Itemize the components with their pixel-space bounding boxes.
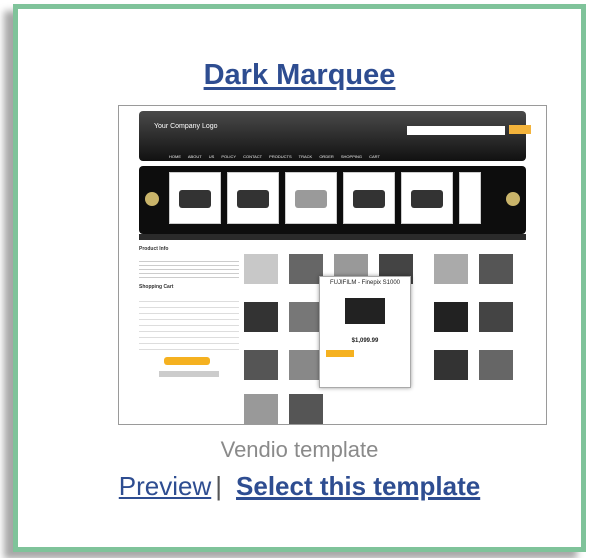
product-thumb [244,394,278,424]
marquee-item [169,172,221,224]
thumbnail-marquee-strip [139,166,526,234]
product-info-lines [139,258,239,278]
product-thumb [479,254,513,284]
product-thumb [479,302,513,332]
camera-icon [295,190,327,208]
thumbnail-sidebar: Product Info Shopping Cart [139,246,239,406]
marquee-item [459,172,481,224]
cart-small-line [159,371,219,377]
template-caption: Vendio template [220,437,379,462]
product-thumb [479,350,513,380]
template-card: Dark Marquee Your Company Logo HOME ABOU… [13,4,586,552]
popup-price: $1,099.99 [351,338,379,344]
camera-icon [411,190,443,208]
thumbnail-logo: Your Company Logo [154,123,218,130]
popup-title: FUJIFILM - Finepix S1000 [329,280,401,286]
marquee-right-arrow-icon [506,192,520,206]
template-actions: Preview | Select this template [18,471,581,502]
thumbnail-search-button [509,125,531,134]
product-thumb [244,350,278,380]
preview-link[interactable]: Preview [119,471,211,501]
product-thumb [289,302,323,332]
marquee-left-arrow-icon [145,192,159,206]
product-thumb [434,350,468,380]
product-thumb [289,254,323,284]
checkout-button [164,357,210,365]
thumbnail-search-box [407,126,505,135]
product-thumb [244,254,278,284]
camera-icon [237,190,269,208]
product-info-heading: Product Info [139,246,169,252]
marquee-item [227,172,279,224]
select-template-link[interactable]: Select this template [236,471,480,501]
popup-camera-icon [345,298,385,324]
product-thumb [434,254,468,284]
shopping-cart-heading: Shopping Cart [139,284,174,290]
marquee-item [401,172,453,224]
camera-icon [353,190,385,208]
product-thumb [244,302,278,332]
template-title-link[interactable]: Dark Marquee [18,59,581,92]
cart-lines [139,296,239,351]
thumbnail-product-popup: FUJIFILM - Finepix S1000 $1,099.99 [319,276,411,388]
link-separator: | [215,471,223,501]
thumbnail-nav: HOME ABOUT US POLICY CONTACT PRODUCTS TR… [169,154,380,159]
marquee-item [343,172,395,224]
popup-button-icon [326,350,354,357]
camera-icon [179,190,211,208]
template-thumbnail[interactable]: Your Company Logo HOME ABOUT US POLICY C… [118,105,547,425]
thumbnail-bar [139,234,526,240]
thumbnail-header: Your Company Logo HOME ABOUT US POLICY C… [139,111,531,161]
product-thumb [289,394,323,424]
marquee-item [285,172,337,224]
product-thumb [434,302,468,332]
product-thumb [289,350,323,380]
